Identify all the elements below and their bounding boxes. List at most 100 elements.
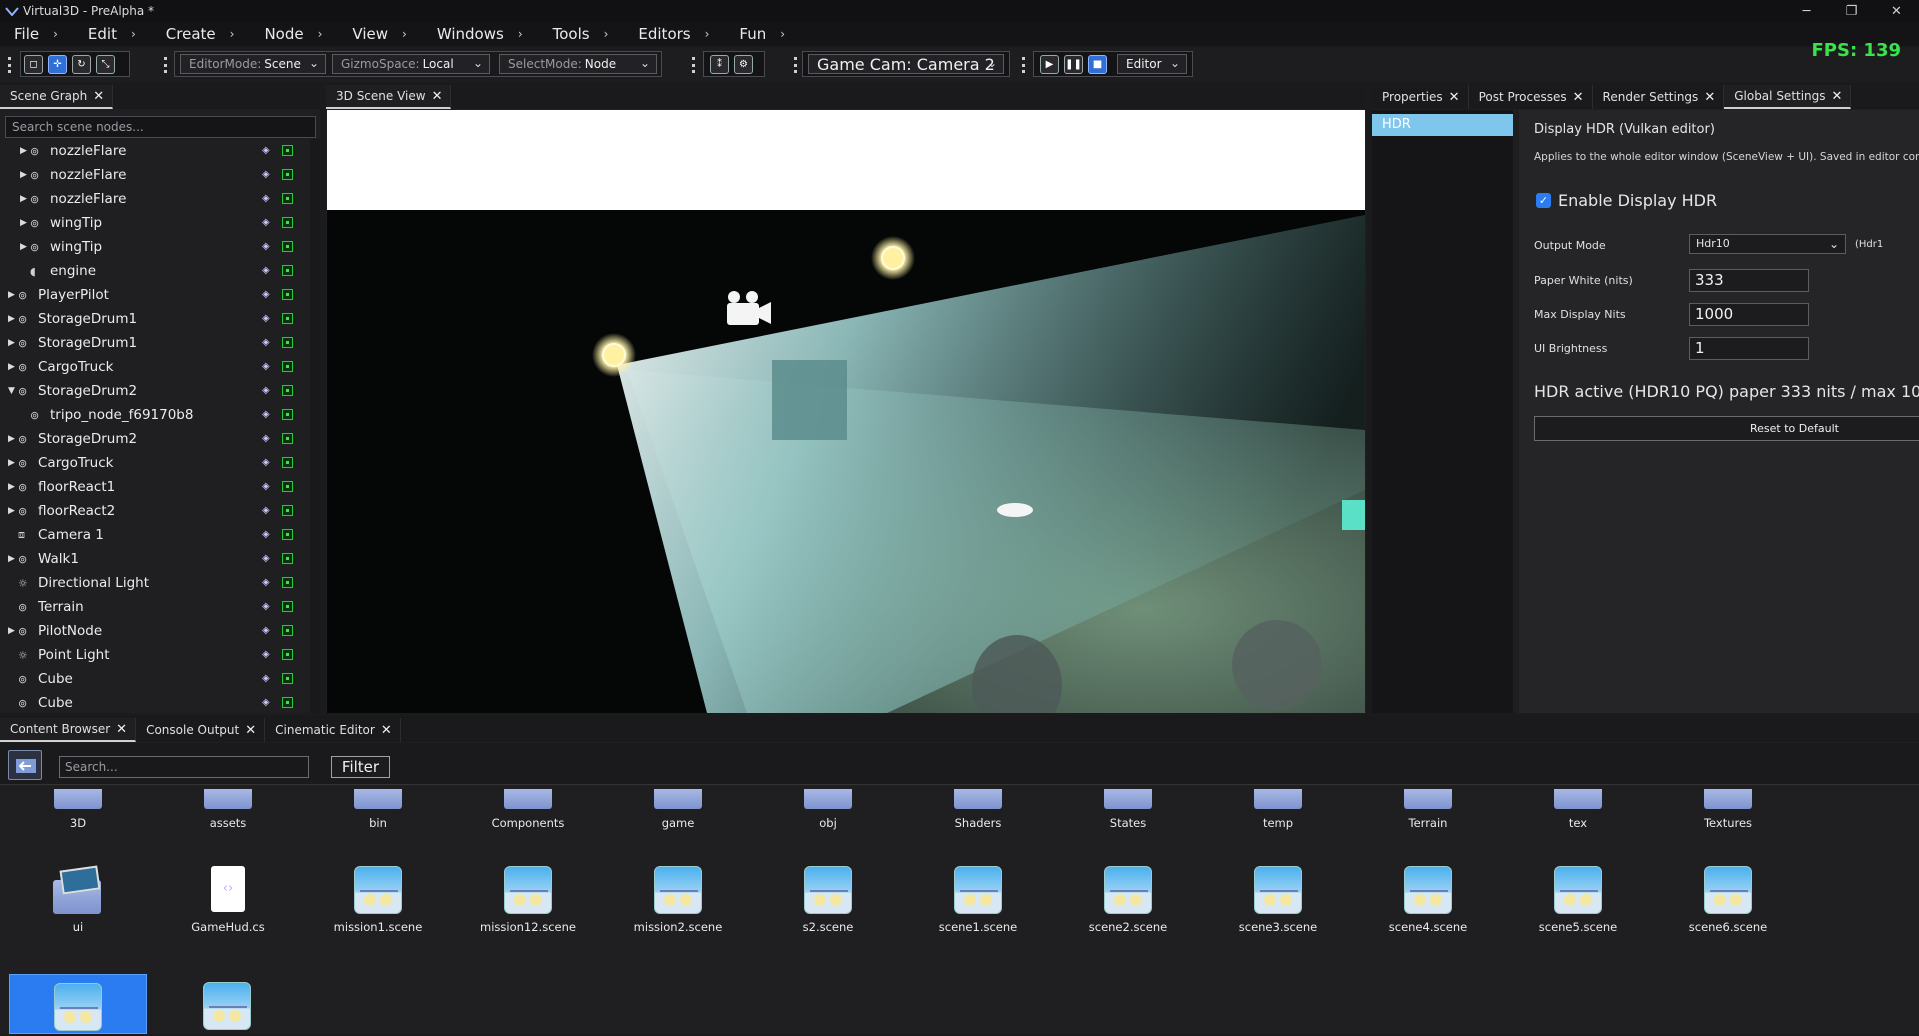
tree-row[interactable]: ▼ ⊚ StorageDrum2 ◈ xyxy=(0,379,310,403)
folder-item[interactable]: temp xyxy=(1218,789,1338,830)
visibility-icon[interactable]: ◈ xyxy=(262,457,274,469)
enabled-checkbox[interactable] xyxy=(282,361,293,372)
scale-tool-icon[interactable]: ⤡ xyxy=(96,54,115,74)
visibility-icon[interactable]: ◈ xyxy=(262,217,274,229)
tree-row[interactable]: ▶ ⊚ floorReact1 ◈ xyxy=(0,475,310,499)
visibility-icon[interactable]: ◈ xyxy=(262,361,274,373)
enabled-checkbox[interactable] xyxy=(282,313,293,324)
expand-arrow-icon[interactable]: ▶ xyxy=(8,434,18,444)
file-item[interactable]: scene4.scene xyxy=(1368,866,1488,934)
cube-mesh[interactable] xyxy=(772,360,847,440)
file-item[interactable]: scene2.scene xyxy=(1068,866,1188,934)
file-item[interactable]: ‹› GameHud.cs xyxy=(168,866,288,934)
game-camera-dropdown[interactable]: Game Cam: Camera 2 ⌄ xyxy=(808,54,1004,74)
enabled-checkbox[interactable] xyxy=(282,289,293,300)
tab-content-browser[interactable]: Content Browser ✕ xyxy=(0,718,137,742)
selected-asset-tile[interactable] xyxy=(9,974,147,1034)
toolbar-grip-icon[interactable] xyxy=(692,57,695,73)
visibility-icon[interactable]: ◈ xyxy=(262,649,274,661)
enable-hdr-checkbox[interactable]: ✓ xyxy=(1536,193,1551,208)
filter-button[interactable]: Filter xyxy=(331,756,390,778)
expand-arrow-icon[interactable]: ▶ xyxy=(8,554,18,564)
file-item[interactable]: mission12.scene xyxy=(468,866,588,934)
expand-arrow-icon[interactable]: ▶ xyxy=(8,458,18,468)
close-icon[interactable]: ✕ xyxy=(432,89,443,104)
select-tool-icon[interactable]: ◻ xyxy=(24,54,43,74)
scene-render[interactable] xyxy=(327,110,1365,713)
pause-icon[interactable]: ❚❚ xyxy=(1064,54,1083,74)
close-icon[interactable]: ✕ xyxy=(1704,90,1715,105)
enabled-checkbox[interactable] xyxy=(282,145,293,156)
expand-arrow-icon[interactable]: ▶ xyxy=(8,290,18,300)
max-display-nits-input[interactable]: 1000 xyxy=(1689,303,1809,326)
close-icon[interactable]: ✕ xyxy=(381,723,392,738)
tree-row[interactable]: ◖ engine ◈ xyxy=(0,259,310,283)
back-button[interactable] xyxy=(8,750,42,780)
3d-viewport[interactable] xyxy=(327,110,1365,713)
file-item[interactable]: scene1.scene xyxy=(918,866,1038,934)
tree-row[interactable]: ▶ ⊚ PilotNode ◈ xyxy=(0,619,310,643)
tree-row[interactable]: ⊚ Cube ◈ xyxy=(0,667,310,691)
output-mode-dropdown[interactable]: Hdr10 ⌄ xyxy=(1689,234,1846,254)
file-item[interactable]: ui xyxy=(18,865,138,934)
tree-row[interactable]: ☼ Directional Light ◈ xyxy=(0,571,310,595)
editor-mode-dropdown[interactable]: EditorMode: Scene ⌄ xyxy=(180,54,326,74)
visibility-icon[interactable]: ◈ xyxy=(262,409,274,421)
folder-item[interactable]: game xyxy=(618,789,738,830)
enabled-checkbox[interactable] xyxy=(282,553,293,564)
menu-node[interactable]: Node › xyxy=(264,25,322,43)
enabled-checkbox[interactable] xyxy=(282,697,293,708)
enabled-checkbox[interactable] xyxy=(282,625,293,636)
tree-row[interactable]: ▶ ⊚ wingTip ◈ xyxy=(0,211,310,235)
expand-arrow-icon[interactable]: ▶ xyxy=(8,506,18,516)
expand-arrow-icon[interactable]: ▶ xyxy=(8,362,18,372)
enabled-checkbox[interactable] xyxy=(282,529,293,540)
close-icon[interactable]: ✕ xyxy=(1874,0,1919,22)
gizmo-space-dropdown[interactable]: GizmoSpace: Local ⌄ xyxy=(332,54,490,74)
expand-arrow-icon[interactable]: ▶ xyxy=(20,170,30,180)
close-icon[interactable]: ✕ xyxy=(1573,90,1584,105)
file-item[interactable]: scene6.scene xyxy=(1668,866,1788,934)
file-item[interactable]: mission1.scene xyxy=(318,866,438,934)
play-icon[interactable]: ▶ xyxy=(1040,54,1059,74)
tree-row[interactable]: ▶ ⊚ StorageDrum2 ◈ xyxy=(0,427,310,451)
visibility-icon[interactable]: ◈ xyxy=(262,553,274,565)
toolbar-grip-icon[interactable] xyxy=(1022,57,1025,73)
visibility-icon[interactable]: ◈ xyxy=(262,265,274,277)
toolbar-grip-icon[interactable] xyxy=(8,57,11,73)
menu-fun[interactable]: Fun › xyxy=(739,25,785,43)
visibility-icon[interactable]: ◈ xyxy=(262,529,274,541)
visibility-icon[interactable]: ◈ xyxy=(262,673,274,685)
file-item[interactable]: scene3.scene xyxy=(1218,866,1338,934)
tree-row[interactable]: ⊚ Terrain ◈ xyxy=(0,595,310,619)
category-hdr[interactable]: HDR xyxy=(1372,114,1513,136)
enabled-checkbox[interactable] xyxy=(282,337,293,348)
menu-view[interactable]: View › xyxy=(352,25,406,43)
folder-item[interactable]: Terrain xyxy=(1368,789,1488,830)
enabled-checkbox[interactable] xyxy=(282,433,293,444)
snap-icon[interactable]: ⁑ xyxy=(710,54,729,74)
expand-arrow-icon[interactable]: ▶ xyxy=(20,242,30,252)
tree-row[interactable]: ☼ Point Light ◈ xyxy=(0,643,310,667)
menu-windows[interactable]: Windows › xyxy=(437,25,523,43)
tab-3d-scene-view[interactable]: 3D Scene View ✕ xyxy=(326,85,452,109)
expand-arrow-icon[interactable]: ▶ xyxy=(20,194,30,204)
enabled-checkbox[interactable] xyxy=(282,577,293,588)
tab-global-settings[interactable]: Global Settings ✕ xyxy=(1724,85,1852,109)
enabled-checkbox[interactable] xyxy=(282,217,293,228)
enabled-checkbox[interactable] xyxy=(282,601,293,612)
storage-drum-mesh[interactable] xyxy=(1232,620,1322,710)
tree-row[interactable]: ▶ ⊚ floorReact2 ◈ xyxy=(0,499,310,523)
expand-arrow-icon[interactable]: ▶ xyxy=(8,338,18,348)
visibility-icon[interactable]: ◈ xyxy=(262,601,274,613)
move-tool-icon[interactable]: ✛ xyxy=(48,54,67,74)
tab-render-settings[interactable]: Render Settings ✕ xyxy=(1593,85,1725,109)
toolbar-grip-icon[interactable] xyxy=(794,57,797,73)
paper-white-input[interactable]: 333 xyxy=(1689,269,1809,292)
folder-item[interactable]: bin xyxy=(318,789,438,830)
enabled-checkbox[interactable] xyxy=(282,505,293,516)
minimize-icon[interactable]: ─ xyxy=(1784,0,1829,22)
file-item[interactable]: s2.scene xyxy=(768,866,888,934)
tree-row[interactable]: ▶ ⊚ wingTip ◈ xyxy=(0,235,310,259)
folder-item[interactable]: 3D xyxy=(18,789,138,830)
